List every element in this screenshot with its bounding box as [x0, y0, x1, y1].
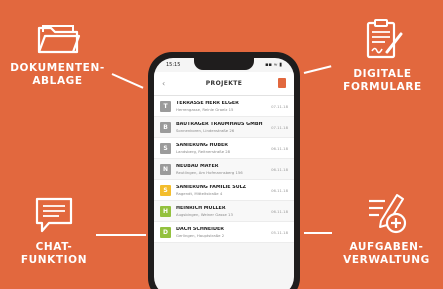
project-list: T TERRASSE HERR ELGER Herrengasse, Reinle …: [154, 96, 294, 243]
project-badge: S: [160, 184, 171, 196]
phone-mockup: 15:15 ▪▪ ≈ ▮ ‹ PROJEKTE T TERRASSE HERR E…: [148, 52, 300, 289]
project-row[interactable]: N NEUBAU MAYER Reutlingen, Am Hofmannsberg…: [154, 159, 294, 180]
feature-chat: CHAT- FUNKTION: [4, 195, 104, 267]
project-date: 06.11.18: [271, 166, 288, 172]
project-badge: S: [160, 142, 171, 154]
feature-label-chat: CHAT- FUNKTION: [20, 241, 88, 266]
feature-label-docs: DOKUMENTEN- ABLAGE: [10, 62, 105, 87]
project-row[interactable]: S SANIERUNG HUBER Landsberg, Reitnerstraße…: [154, 138, 294, 159]
project-address: Herrengasse, Reinle Graelz 15: [176, 106, 234, 112]
project-address: Landsberg, Reitnerstraße 28: [176, 148, 231, 154]
back-icon[interactable]: ‹: [162, 79, 165, 88]
signed-form-icon: [366, 19, 402, 59]
phone-screen: 15:15 ▪▪ ≈ ▮ ‹ PROJEKTE T TERRASSE HERR E…: [154, 58, 294, 289]
project-date: 06.11.18: [271, 208, 288, 214]
project-text: TERRASSE HERR ELGER Herrengasse, Reinle G…: [176, 101, 268, 112]
chat-bubble-icon: [35, 197, 73, 233]
project-address: Ragendt, Mitteltstraße 4: [176, 190, 223, 196]
project-address: Reutlingen, Am Hofmannsberg 156: [176, 169, 243, 175]
folder-icon: [37, 25, 80, 54]
project-date: 06.11.18: [271, 145, 288, 151]
feature-document-storage: DOKUMENTEN- ABLAGE: [0, 22, 115, 88]
project-date: 06.11.18: [271, 187, 288, 193]
feature-digital-forms: DIGITALE FORMULARE: [322, 18, 443, 94]
project-date: 07.11.18: [271, 124, 288, 130]
project-row[interactable]: D DACH SCHNEIDER Gerlingen, Hauptstraße 20…: [154, 222, 294, 243]
connector-tasks: [304, 232, 332, 234]
project-text: NEUBAU MAYER Reutlingen, Am Hofmannsberg …: [176, 164, 268, 175]
project-text: SANIERUNG FAMILIE SULZ Ragendt, Mitteltst…: [176, 185, 268, 196]
status-icons: ▪▪ ≈ ▮: [265, 62, 282, 68]
feature-label-tasks: AUFGABEN- VERWALTUNG: [343, 241, 430, 266]
project-badge: T: [160, 100, 171, 112]
project-badge: N: [160, 163, 171, 175]
project-badge: B: [160, 121, 171, 133]
project-row[interactable]: H HEINRICH MÜLLER Augsbingen, Weiner Gasse…: [154, 201, 294, 222]
add-task-icon: [368, 194, 406, 234]
add-project-icon[interactable]: [278, 78, 286, 88]
status-time: 15:15: [166, 62, 181, 68]
project-text: HEINRICH MÜLLER Augsbingen, Weiner Gasse …: [176, 206, 268, 217]
project-address: Gerlingen, Hauptstraße 2: [176, 232, 225, 238]
project-address: Sonnenkoren, Lindenstraße 26: [176, 127, 235, 133]
project-date: 05.11.18: [271, 229, 288, 235]
project-date: 07.11.18: [271, 103, 288, 109]
feature-task-management: AUFGABEN- VERWALTUNG: [330, 191, 443, 267]
phone-notch: [194, 58, 254, 70]
connector-docs: [111, 73, 144, 89]
app-header: ‹ PROJEKTE: [154, 72, 294, 96]
project-badge: H: [160, 205, 171, 217]
project-text: BAUTRÄGER TRAUMHAUS GMBH Sonnenkoren, Lin…: [176, 122, 268, 133]
project-badge: D: [160, 226, 171, 238]
project-name: BAUTRÄGER TRAUMHAUS GMBH: [176, 121, 263, 127]
project-text: SANIERUNG HUBER Landsberg, Reitnerstraße …: [176, 143, 268, 154]
project-address: Augsbingen, Weiner Gasse 13: [176, 211, 233, 217]
project-row[interactable]: S SANIERUNG FAMILIE SULZ Ragendt, Mittelts…: [154, 180, 294, 201]
project-text: DACH SCHNEIDER Gerlingen, Hauptstraße 2: [176, 227, 268, 238]
feature-label-forms: DIGITALE FORMULARE: [343, 68, 422, 93]
project-row[interactable]: B BAUTRÄGER TRAUMHAUS GMBH Sonnenkoren, Li…: [154, 117, 294, 138]
page-title: PROJEKTE: [205, 80, 243, 87]
project-row[interactable]: T TERRASSE HERR ELGER Herrengasse, Reinle …: [154, 96, 294, 117]
